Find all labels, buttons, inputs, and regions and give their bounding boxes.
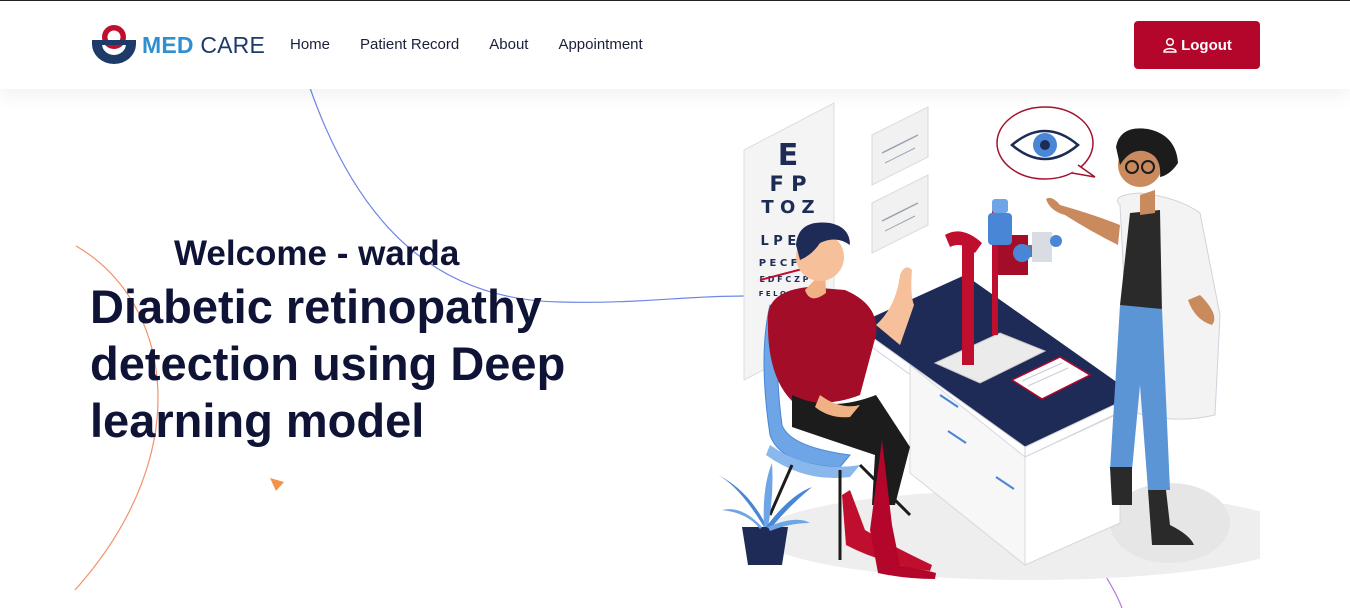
main-nav: Home Patient Record About Appointment <box>290 35 673 55</box>
wall-certificates <box>871 106 929 254</box>
eye-chart-row-1: E <box>778 138 799 173</box>
logout-label: Logout <box>1181 36 1232 54</box>
eye-exam-illustration: E F P T O Z L P E D P E C F D E D F C Z … <box>718 102 1260 580</box>
nav-link-appointment[interactable]: Appointment <box>558 35 642 55</box>
eye-speech-bubble <box>996 106 1096 180</box>
user-icon <box>1163 37 1177 53</box>
nav-link-home[interactable]: Home <box>290 35 330 55</box>
logout-button[interactable]: Logout <box>1134 21 1260 69</box>
navbar: MED CARE Home Patient Record About Appoi… <box>0 1 1350 89</box>
welcome-heading: Welcome - warda <box>174 234 460 273</box>
brand-name-med: MED <box>142 31 194 58</box>
hero-headline: Diabetic retinopathy detection using Dee… <box>90 280 566 447</box>
nav-link-about[interactable]: About <box>489 35 528 55</box>
brand-name-care: CARE <box>200 31 266 58</box>
eye-chart-row-3: T O Z <box>761 197 814 218</box>
nav-link-patient-record[interactable]: Patient Record <box>360 35 459 55</box>
page: MED CARE Home Patient Record About Appoi… <box>0 0 1350 608</box>
eye-chart-row-2: F P <box>769 172 806 196</box>
orange-triangle <box>270 478 284 491</box>
brand[interactable]: MED CARE <box>90 23 265 67</box>
window-top-border <box>0 0 1350 1</box>
eye-chart-row-6: E D F C Z P <box>759 275 808 284</box>
brand-name: MED CARE <box>142 31 266 58</box>
medcare-logo-icon <box>92 25 136 64</box>
